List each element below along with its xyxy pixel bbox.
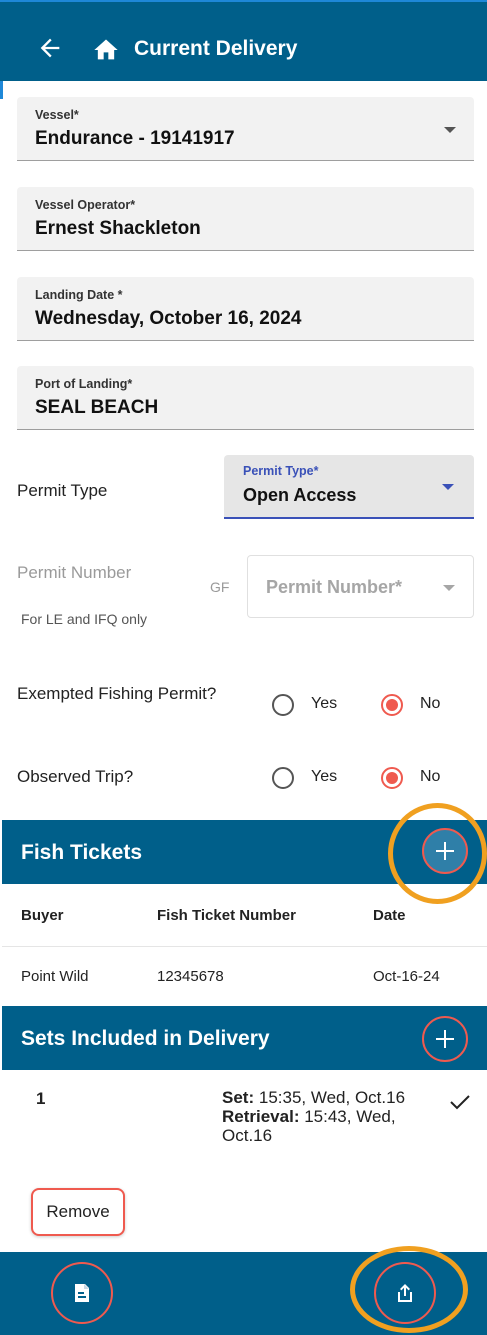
port-of-landing-field[interactable]: Port of Landing* SEAL BEACH bbox=[17, 366, 474, 430]
arrow-left-icon[interactable] bbox=[36, 34, 64, 62]
chevron-down-icon bbox=[444, 127, 456, 133]
observed-trip-no-radio[interactable] bbox=[381, 767, 403, 789]
add-set-button[interactable] bbox=[422, 1016, 468, 1062]
port-of-landing-value: SEAL BEACH bbox=[35, 397, 159, 418]
page-title: Current Delivery bbox=[134, 37, 298, 60]
permit-type-label: Permit Type* bbox=[243, 464, 319, 478]
check-icon bbox=[450, 1095, 470, 1110]
landing-date-label: Landing Date * bbox=[35, 288, 123, 302]
table-divider bbox=[2, 946, 487, 947]
chevron-down-icon bbox=[442, 484, 454, 490]
vessel-operator-field[interactable]: Vessel Operator* Ernest Shackleton bbox=[17, 187, 474, 251]
permit-type-value: Open Access bbox=[243, 485, 357, 505]
set-number: 1 bbox=[36, 1089, 46, 1108]
observed-trip-yes-radio[interactable] bbox=[272, 767, 294, 789]
vessel-value: Endurance - 19141917 bbox=[35, 128, 235, 149]
document-button[interactable] bbox=[51, 1262, 113, 1324]
exempted-fishing-yes-radio[interactable] bbox=[272, 694, 294, 716]
set-time-value: 15:35, Wed, Oct.16 bbox=[258, 1088, 406, 1107]
vessel-select[interactable]: Vessel* Endurance - 19141917 bbox=[17, 97, 474, 161]
document-icon bbox=[75, 1284, 89, 1302]
landing-date-field[interactable]: Landing Date * Wednesday, October 16, 20… bbox=[17, 277, 474, 341]
retrieval-time-label: Retrieval: bbox=[222, 1107, 300, 1126]
permit-type-select[interactable]: Permit Type* Open Access bbox=[224, 455, 474, 519]
add-fish-ticket-button[interactable] bbox=[422, 828, 468, 874]
observed-trip-label: Observed Trip? bbox=[17, 767, 134, 786]
fish-tickets-header: Fish Tickets bbox=[2, 820, 487, 884]
sets-title: Sets Included in Delivery bbox=[21, 1027, 270, 1050]
permit-prefix: GF bbox=[210, 579, 230, 595]
share-upload-icon bbox=[398, 1284, 412, 1302]
exempted-fishing-no-label: No bbox=[420, 695, 441, 712]
observed-trip-no-label: No bbox=[420, 768, 441, 785]
app-header: Current Delivery bbox=[0, 0, 487, 81]
exempted-fishing-no-radio[interactable] bbox=[381, 694, 403, 716]
exempted-fishing-yes-label: Yes bbox=[311, 695, 338, 712]
column-header-date: Date bbox=[373, 907, 406, 924]
permit-type-row-label: Permit Type bbox=[17, 481, 108, 500]
permit-number-hint: For LE and IFQ only bbox=[21, 611, 148, 627]
permit-number-select[interactable]: Permit Number* bbox=[247, 555, 474, 618]
observed-trip-yes-label: Yes bbox=[311, 768, 338, 785]
vessel-operator-value: Ernest Shackleton bbox=[35, 218, 201, 239]
port-of-landing-label: Port of Landing* bbox=[35, 377, 133, 391]
edge-marker bbox=[0, 81, 3, 99]
chevron-down-icon bbox=[443, 585, 455, 591]
set-time-label: Set: bbox=[222, 1088, 255, 1107]
permit-number-row-label: Permit Number bbox=[17, 563, 132, 582]
permit-number-placeholder: Permit Number* bbox=[266, 577, 403, 597]
ticket-number: 12345678 bbox=[157, 968, 224, 985]
share-button[interactable] bbox=[374, 1262, 436, 1324]
column-header-ticket-number: Fish Ticket Number bbox=[157, 907, 296, 924]
landing-date-value: Wednesday, October 16, 2024 bbox=[35, 308, 302, 329]
bottom-bar bbox=[0, 1252, 487, 1335]
home-icon[interactable] bbox=[92, 36, 120, 64]
sets-header: Sets Included in Delivery bbox=[2, 1006, 487, 1070]
column-header-buyer: Buyer bbox=[21, 907, 64, 924]
exempted-fishing-label: Exempted Fishing Permit? bbox=[17, 684, 217, 703]
set-details: Set: 15:35, Wed, Oct.16 Retrieval: 15:43… bbox=[222, 1088, 422, 1145]
vessel-label: Vessel* bbox=[35, 108, 79, 122]
vessel-operator-label: Vessel Operator* bbox=[35, 198, 136, 212]
remove-button[interactable]: Remove bbox=[31, 1188, 125, 1236]
fish-tickets-title: Fish Tickets bbox=[21, 841, 142, 864]
ticket-buyer: Point Wild bbox=[21, 968, 89, 985]
ticket-date: Oct-16-24 bbox=[373, 968, 440, 985]
